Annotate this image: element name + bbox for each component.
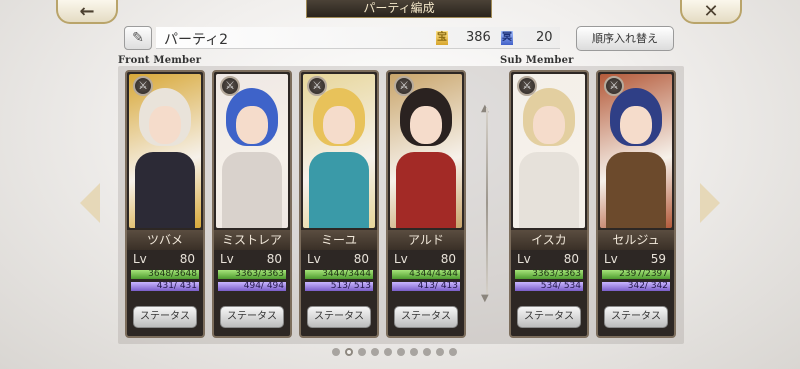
portrait-face [236,106,268,144]
status-button[interactable]: ステータス [604,306,668,328]
page-dot[interactable] [332,348,340,356]
weapon-type-icon: ⚔ [307,76,327,96]
close-button[interactable]: ✕ [680,0,742,24]
hp-bar: 4344/4344 [392,270,460,279]
character-name: ミーユ [301,230,377,250]
weapon-type-icon: ⚔ [517,76,537,96]
character-name: ミストレア [214,230,290,250]
status-button[interactable]: ステータス [307,306,371,328]
mp-bar: 494/ 494 [218,282,286,291]
close-icon: ✕ [703,0,719,22]
edit-party-name-button[interactable]: ✎ [124,26,152,50]
weapon-type-icon: ⚔ [604,76,624,96]
cost-icon: 宝 [436,31,448,45]
level-value: 59 [650,252,666,266]
hp-bar: 3648/3648 [131,270,199,279]
level-label: Lv [604,252,618,266]
page-dot[interactable] [423,348,431,356]
member-divider [486,108,488,298]
status-button[interactable]: ステータス [133,306,197,328]
hp-bar: 3363/3363 [515,270,583,279]
divider-bottom-cap-icon: ▼ [481,293,489,304]
back-button[interactable]: ← [56,0,118,24]
member-card[interactable]: ⚔ アルド Lv 80 4344/4344 413/ 413 ステータス [386,70,466,338]
sub-member-label: Sub Member [500,55,574,66]
screen-title: パーティ編成 [306,0,492,18]
status-button[interactable]: ステータス [394,306,458,328]
level-value: 80 [353,252,369,266]
portrait-body [222,152,282,228]
member-card[interactable]: ⚔ セルジュ Lv 59 2397/2397 342/ 342 ステータス [596,70,676,338]
character-portrait[interactable]: ⚔ [216,74,288,228]
page-dot[interactable] [397,348,405,356]
character-name: セルジュ [598,230,674,250]
member-card[interactable]: ⚔ ツバメ Lv 80 3648/3648 431/ 431 ステータス [125,70,205,338]
portrait-face [620,106,652,144]
page-dot[interactable] [345,348,353,356]
character-name: アルド [388,230,464,250]
party-name-bar: パーティ2 宝 386 冥 20 [156,27,560,49]
portrait-body [606,152,666,228]
level-label: Lv [133,252,147,266]
page-dot[interactable] [436,348,444,356]
level-label: Lv [220,252,234,266]
page-dot[interactable] [449,348,457,356]
prev-party-arrow-icon[interactable] [80,183,100,223]
level-value: 80 [440,252,456,266]
page-indicator [332,348,457,356]
level-label: Lv [517,252,531,266]
portrait-face [410,106,442,144]
character-portrait[interactable]: ⚔ [390,74,462,228]
portrait-body [519,152,579,228]
portrait-face [323,106,355,144]
page-dot[interactable] [358,348,366,356]
level-value: 80 [563,252,579,266]
mp-bar: 534/ 534 [515,282,583,291]
portrait-body [135,152,195,228]
portrait-body [309,152,369,228]
level-label: Lv [307,252,321,266]
mp-bar: 431/ 431 [131,282,199,291]
front-member-label: Front Member [118,55,202,66]
character-portrait[interactable]: ⚔ [129,74,201,228]
status-button[interactable]: ステータス [517,306,581,328]
reorder-button[interactable]: 順序入れ替え [576,26,674,51]
next-party-arrow-icon[interactable] [700,183,720,223]
level-value: 80 [179,252,195,266]
party-soul-value: 20 [536,30,553,45]
character-name: ツバメ [127,230,203,250]
page-dot[interactable] [384,348,392,356]
character-portrait[interactable]: ⚔ [513,74,585,228]
mp-bar: 413/ 413 [392,282,460,291]
party-name: パーティ2 [164,32,229,48]
member-card[interactable]: ⚔ ミストレア Lv 80 3363/3363 494/ 494 ステータス [212,70,292,338]
status-button[interactable]: ステータス [220,306,284,328]
portrait-face [533,106,565,144]
soul-icon: 冥 [501,31,513,45]
weapon-type-icon: ⚔ [220,76,240,96]
level-value: 80 [266,252,282,266]
hp-bar: 3363/3363 [218,270,286,279]
character-portrait[interactable]: ⚔ [600,74,672,228]
hp-bar: 2397/2397 [602,270,670,279]
weapon-type-icon: ⚔ [133,76,153,96]
mp-bar: 513/ 513 [305,282,373,291]
mp-bar: 342/ 342 [602,282,670,291]
character-portrait[interactable]: ⚔ [303,74,375,228]
level-label: Lv [394,252,408,266]
member-card[interactable]: ⚔ ミーユ Lv 80 3444/3444 513/ 513 ステータス [299,70,379,338]
pencil-icon: ✎ [132,30,144,46]
portrait-body [396,152,456,228]
portrait-face [149,106,181,144]
character-name: イスカ [511,230,587,250]
party-cost-value: 386 [466,30,491,45]
page-dot[interactable] [371,348,379,356]
member-card[interactable]: ⚔ イスカ Lv 80 3363/3363 534/ 534 ステータス [509,70,589,338]
back-arrow-icon: ← [79,0,95,22]
page-dot[interactable] [410,348,418,356]
hp-bar: 3444/3444 [305,270,373,279]
weapon-type-icon: ⚔ [394,76,414,96]
